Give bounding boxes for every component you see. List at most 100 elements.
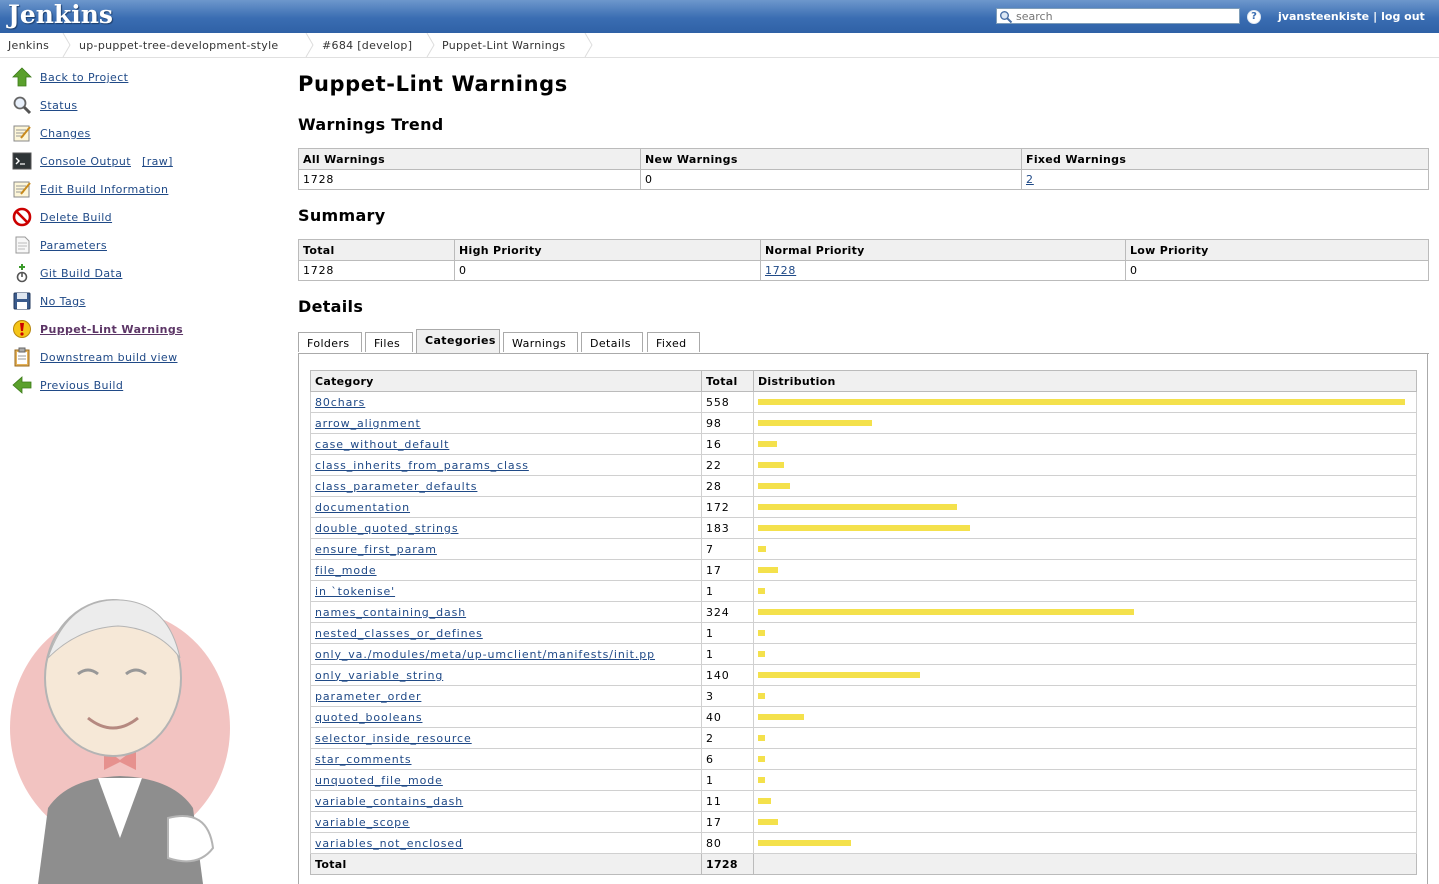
distribution-bar — [758, 441, 777, 447]
fixed-warnings-link[interactable]: 2 — [1026, 173, 1034, 186]
normal-priority-link[interactable]: 1728 — [765, 264, 796, 277]
tab-warnings[interactable]: Warnings — [503, 332, 578, 352]
category-link[interactable]: case_without_default — [315, 438, 449, 451]
user-link[interactable]: jvansteenkiste — [1278, 10, 1369, 23]
distribution-bar — [758, 693, 765, 699]
distribution-cell — [753, 601, 1417, 623]
table-row: case_without_default 16 — [310, 433, 1417, 455]
sidebar-item-label[interactable]: Changes — [40, 127, 91, 140]
category-cell: parameter_order — [310, 685, 702, 707]
category-link[interactable]: class_inherits_from_params_class — [315, 459, 529, 472]
help-icon[interactable]: ? — [1247, 10, 1261, 24]
tab-details[interactable]: Details — [581, 332, 643, 352]
tab-categories[interactable]: Categories — [416, 329, 500, 353]
breadcrumb-item-current[interactable]: Puppet-Lint Warnings — [442, 39, 565, 52]
notepad-icon — [13, 181, 31, 198]
total-distribution-cell — [753, 853, 1417, 875]
category-cell: arrow_alignment — [310, 412, 702, 434]
category-link[interactable]: in `tokenise' — [315, 585, 395, 598]
category-cell: double_quoted_strings — [310, 517, 702, 539]
sidebar-item-label[interactable]: Parameters — [40, 239, 107, 252]
distribution-cell — [753, 706, 1417, 728]
distribution-cell — [753, 727, 1417, 749]
sidebar-item-label[interactable]: Previous Build — [40, 379, 123, 392]
category-total: 16 — [701, 433, 754, 455]
sidebar-item-label[interactable]: Puppet-Lint Warnings — [40, 323, 183, 336]
category-link[interactable]: class_parameter_defaults — [315, 480, 477, 493]
tab-files[interactable]: Files — [365, 332, 413, 352]
trend-heading: Warnings Trend — [298, 115, 444, 134]
category-link[interactable]: ensure_first_param — [315, 543, 437, 556]
distribution-bar — [758, 819, 778, 825]
categories-table-body: 80chars 558 arrow_alignment 98 case_without_… — [310, 391, 1417, 854]
category-link[interactable]: file_mode — [315, 564, 377, 577]
category-cell: case_without_default — [310, 433, 702, 455]
tab-fixed[interactable]: Fixed — [647, 332, 700, 352]
sidebar-item-label[interactable]: Downstream build view — [40, 351, 178, 364]
category-link[interactable]: only_variable_string — [315, 669, 443, 682]
category-cell: only_va./modules/meta/up-umclient/manife… — [310, 643, 702, 665]
category-link[interactable]: 80chars — [315, 396, 365, 409]
sidebar-item-label[interactable]: Delete Build — [40, 211, 112, 224]
sidebar-item-label[interactable]: Console Output — [40, 155, 131, 168]
sidebar-item-label[interactable]: Status — [40, 99, 77, 112]
tab-folders[interactable]: Folders — [298, 332, 362, 352]
sidebar-item-label[interactable]: No Tags — [40, 295, 86, 308]
warning-icon — [13, 320, 31, 338]
category-link[interactable]: variable_scope — [315, 816, 410, 829]
distribution-bar — [758, 546, 766, 552]
category-link[interactable]: selector_inside_resource — [315, 732, 472, 745]
category-cell: quoted_booleans — [310, 706, 702, 728]
table-row: arrow_alignment 98 — [310, 412, 1417, 434]
category-cell: star_comments — [310, 748, 702, 770]
distribution-cell — [753, 811, 1417, 833]
category-link[interactable]: variable_contains_dash — [315, 795, 463, 808]
category-link[interactable]: names_containing_dash — [315, 606, 466, 619]
sidebar-item-label[interactable]: Edit Build Information — [40, 183, 168, 196]
category-link[interactable]: parameter_order — [315, 690, 421, 703]
category-total: 1 — [701, 580, 754, 602]
table-row: 1728 0 1728 0 — [298, 260, 1429, 281]
category-link[interactable]: nested_classes_or_defines — [315, 627, 483, 640]
table-row: quoted_booleans 40 — [310, 706, 1417, 728]
logout-link[interactable]: log out — [1381, 10, 1425, 23]
table-row: class_inherits_from_params_class 22 — [310, 454, 1417, 476]
category-link[interactable]: quoted_booleans — [315, 711, 422, 724]
distribution-cell — [753, 412, 1417, 434]
category-cell: nested_classes_or_defines — [310, 622, 702, 644]
terminal-icon — [12, 152, 32, 170]
category-total: 140 — [701, 664, 754, 686]
category-link[interactable]: arrow_alignment — [315, 417, 421, 430]
distribution-cell — [753, 454, 1417, 476]
sidebar-item-label[interactable]: Back to Project — [40, 71, 128, 84]
distribution-cell — [753, 643, 1417, 665]
breadcrumb-item-project[interactable]: up-puppet-tree-development-style — [79, 39, 279, 52]
table-row: parameter_order 3 — [310, 685, 1417, 707]
category-link[interactable]: double_quoted_strings — [315, 522, 458, 535]
summary-heading: Summary — [298, 206, 386, 225]
search-box[interactable] — [996, 8, 1240, 24]
sidebar-item-label[interactable]: Git Build Data — [40, 267, 122, 280]
chevron-right-icon — [62, 33, 71, 57]
category-link[interactable]: unquoted_file_mode — [315, 774, 443, 787]
left-arrow-icon — [12, 376, 32, 394]
distribution-cell — [753, 622, 1417, 644]
category-link[interactable]: documentation — [315, 501, 410, 514]
category-link[interactable]: star_comments — [315, 753, 412, 766]
distribution-bar — [758, 420, 872, 426]
login-separator: | — [1373, 10, 1378, 23]
git-icon — [16, 264, 28, 283]
search-input[interactable] — [1016, 9, 1236, 23]
category-link[interactable]: only_va./modules/meta/up-umclient/manife… — [315, 648, 655, 661]
category-total: 172 — [701, 496, 754, 518]
breadcrumb-item-jenkins[interactable]: Jenkins — [8, 39, 49, 52]
table-row: variable_contains_dash 11 — [310, 790, 1417, 812]
category-link[interactable]: variables_not_enclosed — [315, 837, 463, 850]
distribution-cell — [753, 685, 1417, 707]
distribution-cell — [753, 790, 1417, 812]
breadcrumb-item-build[interactable]: #684 [develop] — [322, 39, 412, 52]
console-raw-link[interactable]: [raw] — [142, 155, 173, 168]
jenkins-logo[interactable]: Jenkins — [8, 0, 113, 29]
distribution-bar — [758, 735, 765, 741]
total-count: 1728 — [701, 853, 754, 875]
